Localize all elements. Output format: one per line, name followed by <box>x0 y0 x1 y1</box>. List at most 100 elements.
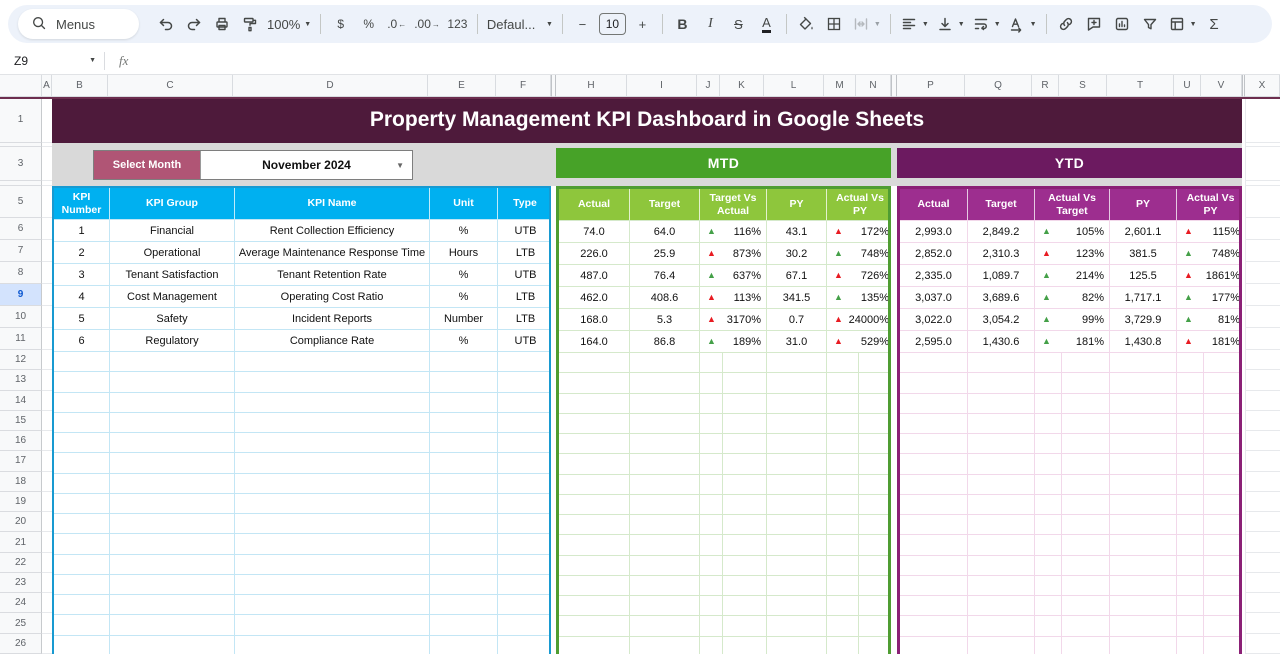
cell-unit[interactable]: % <box>430 220 498 241</box>
empty-cell[interactable] <box>968 576 1035 595</box>
empty-cell[interactable] <box>54 413 110 432</box>
decrease-font-size-button[interactable]: − <box>569 10 596 38</box>
empty-cell[interactable] <box>430 413 498 432</box>
empty-cell[interactable] <box>430 534 498 553</box>
empty-cell[interactable] <box>110 534 235 553</box>
empty-cell[interactable] <box>767 495 827 514</box>
cell-ytd-actual[interactable]: 2,852.0 <box>900 243 968 264</box>
cell-kpi-number[interactable]: 2 <box>54 242 110 263</box>
empty-cell[interactable] <box>968 596 1035 615</box>
cell-mtd-actual-vs-py[interactable]: ▲748% <box>827 243 891 264</box>
empty-cell[interactable] <box>1204 596 1242 615</box>
empty-cell[interactable] <box>235 494 430 513</box>
empty-cell[interactable] <box>827 637 859 654</box>
cell-ytd-py[interactable]: 381.5 <box>1110 243 1177 264</box>
empty-cell[interactable] <box>968 434 1035 453</box>
empty-cell[interactable] <box>1110 515 1177 534</box>
empty-cell[interactable] <box>559 394 630 413</box>
empty-cell[interactable] <box>968 394 1035 413</box>
cell-ytd-actual[interactable]: 3,037.0 <box>900 287 968 308</box>
empty-cell[interactable] <box>498 534 551 553</box>
merge-cells-button[interactable]: ▼ <box>849 10 884 38</box>
row-header-18[interactable]: 18 <box>0 472 42 492</box>
currency-format-button[interactable]: $ <box>327 10 354 38</box>
empty-cell[interactable] <box>968 373 1035 392</box>
empty-cell[interactable] <box>859 596 891 615</box>
cell-mtd-target[interactable]: 76.4 <box>630 265 700 286</box>
column-header-C[interactable]: C <box>108 75 233 97</box>
empty-cell[interactable] <box>430 595 498 614</box>
cell-ytd-target[interactable]: 2,849.2 <box>968 221 1035 242</box>
empty-cell[interactable] <box>1204 535 1242 554</box>
empty-cell[interactable] <box>900 353 968 372</box>
empty-cell[interactable] <box>54 474 110 493</box>
table-views-button[interactable]: ▼ <box>1165 10 1200 38</box>
grid-corner[interactable] <box>0 75 42 97</box>
empty-cell[interactable] <box>700 434 723 453</box>
cell-ytd-actual-vs-target[interactable]: ▲214% <box>1035 265 1110 286</box>
cell-type[interactable]: LTB <box>498 308 551 329</box>
cell-mtd-target[interactable]: 25.9 <box>630 243 700 264</box>
column-a-cell[interactable] <box>42 613 52 633</box>
empty-cell[interactable] <box>559 616 630 635</box>
mtd-column-header[interactable]: PY <box>767 189 827 220</box>
empty-cell[interactable] <box>827 353 859 372</box>
row-header-17[interactable]: 17 <box>0 451 42 471</box>
column-header-A[interactable]: A <box>42 75 52 97</box>
empty-cell[interactable] <box>498 474 551 493</box>
empty-cell[interactable] <box>1177 454 1204 473</box>
row-header-20[interactable]: 20 <box>0 512 42 532</box>
column-header-E[interactable]: E <box>428 75 496 97</box>
empty-cell[interactable] <box>700 394 723 413</box>
column-x-cell[interactable] <box>1246 532 1280 552</box>
empty-cell[interactable] <box>968 475 1035 494</box>
column-a-cell[interactable] <box>42 218 52 240</box>
cell-mtd-actual-vs-py[interactable]: ▲529% <box>827 331 891 352</box>
empty-cell[interactable] <box>1062 495 1110 514</box>
column-x-cell[interactable] <box>1246 147 1280 181</box>
empty-cell[interactable] <box>1062 414 1110 433</box>
empty-cell[interactable] <box>1035 576 1062 595</box>
cell-ytd-actual-vs-py[interactable]: ▲81% <box>1177 309 1242 330</box>
empty-cell[interactable] <box>900 535 968 554</box>
cell-kpi-name[interactable]: Rent Collection Efficiency <box>235 220 430 241</box>
column-x-cell[interactable] <box>1246 186 1280 218</box>
empty-cell[interactable] <box>54 494 110 513</box>
empty-cell[interactable] <box>767 616 827 635</box>
empty-cell[interactable] <box>559 373 630 392</box>
empty-cell[interactable] <box>559 515 630 534</box>
empty-cell[interactable] <box>700 596 723 615</box>
empty-cell[interactable] <box>859 475 891 494</box>
empty-cell[interactable] <box>630 616 700 635</box>
cell-mtd-target[interactable]: 5.3 <box>630 309 700 330</box>
column-header-N[interactable]: N <box>856 75 891 97</box>
empty-cell[interactable] <box>235 514 430 533</box>
column-header-R[interactable]: R <box>1032 75 1059 97</box>
column-x-cell[interactable] <box>1246 218 1280 240</box>
empty-cell[interactable] <box>235 575 430 594</box>
empty-cell[interactable] <box>723 454 767 473</box>
empty-cell[interactable] <box>235 595 430 614</box>
row-header-21[interactable]: 21 <box>0 532 42 552</box>
cell-mtd-actual[interactable]: 226.0 <box>559 243 630 264</box>
zoom-selector[interactable]: 100% ▼ <box>264 10 314 38</box>
column-a-cell[interactable] <box>42 391 52 411</box>
empty-cell[interactable] <box>1035 353 1062 372</box>
empty-cell[interactable] <box>700 353 723 372</box>
cell-mtd-py[interactable]: 30.2 <box>767 243 827 264</box>
cell-mtd-py[interactable]: 67.1 <box>767 265 827 286</box>
empty-cell[interactable] <box>859 353 891 372</box>
empty-cell[interactable] <box>767 394 827 413</box>
empty-cell[interactable] <box>1204 637 1242 654</box>
empty-cell[interactable] <box>827 576 859 595</box>
empty-cell[interactable] <box>1177 515 1204 534</box>
insert-chart-button[interactable] <box>1109 10 1136 38</box>
empty-cell[interactable] <box>235 372 430 391</box>
empty-cell[interactable] <box>1204 475 1242 494</box>
row-header-11[interactable]: 11 <box>0 328 42 350</box>
empty-cell[interactable] <box>723 495 767 514</box>
empty-cell[interactable] <box>723 373 767 392</box>
cell-ytd-actual[interactable]: 2,993.0 <box>900 221 968 242</box>
empty-cell[interactable] <box>110 494 235 513</box>
empty-cell[interactable] <box>1062 353 1110 372</box>
